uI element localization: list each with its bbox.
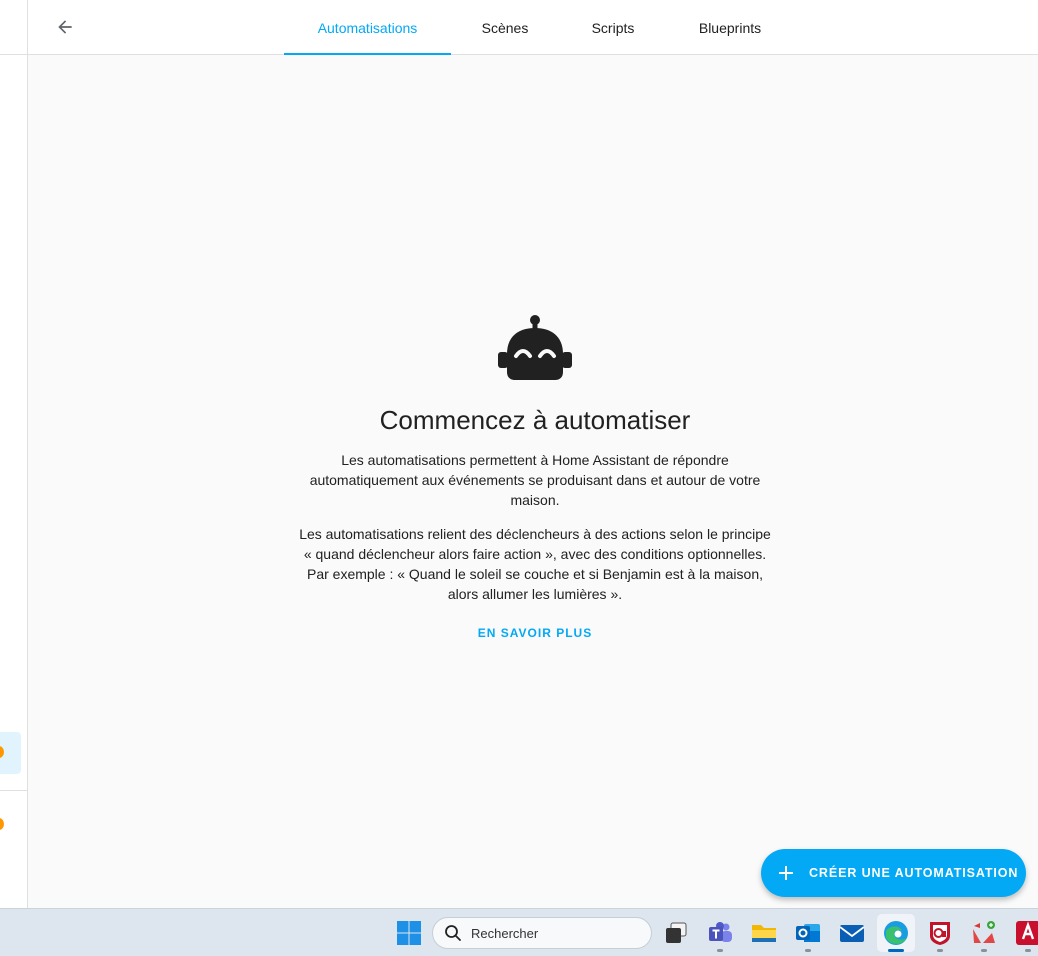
notification-dot	[0, 818, 4, 830]
search-placeholder: Rechercher	[471, 925, 539, 941]
notification-dot	[0, 746, 4, 758]
file-explorer-icon[interactable]	[750, 919, 778, 947]
create-automation-button[interactable]: CRÉER UNE AUTOMATISATION	[761, 849, 1026, 897]
learn-more-link[interactable]: EN SAVOIR PLUS	[478, 626, 592, 640]
tab-bar: Automatisations Scènes Scripts Blueprint…	[284, 0, 793, 55]
back-button[interactable]	[48, 10, 82, 44]
empty-state-title: Commencez à automatiser	[379, 405, 691, 435]
empty-state: Commencez à automatiser Les automatisati…	[290, 312, 780, 642]
windows-taskbar: Rechercher	[0, 908, 1038, 956]
sidebar-divider	[0, 790, 27, 791]
sidebar-item-selected[interactable]	[0, 732, 21, 774]
running-indicator	[1025, 949, 1031, 952]
task-view-icon[interactable]	[662, 919, 690, 947]
running-indicator	[805, 949, 811, 952]
running-indicator	[717, 949, 723, 952]
tab-label: Automatisations	[317, 19, 418, 36]
running-indicator	[981, 949, 987, 952]
app-window: Automatisations Scènes Scripts Blueprint…	[0, 0, 1038, 908]
cp-app-icon[interactable]	[926, 919, 954, 947]
tab-label: Scripts	[591, 19, 635, 36]
mail-icon[interactable]	[838, 919, 866, 947]
tab-label: Scènes	[481, 19, 529, 36]
empty-state-example: Les automatisations relient des déclench…	[299, 526, 771, 602]
tab-label: Blueprints	[698, 19, 762, 36]
tab-automations[interactable]: Automatisations	[284, 0, 451, 55]
search-icon	[445, 925, 461, 941]
autocad-icon[interactable]	[1014, 919, 1038, 947]
active-indicator	[888, 949, 904, 952]
teams-icon[interactable]	[706, 919, 734, 947]
arrow-left-icon	[58, 20, 72, 34]
windows-start-icon[interactable]	[395, 919, 423, 947]
empty-state-description: Les automatisations permettent à Home As…	[309, 452, 761, 508]
taskbar-search-box[interactable]: Rechercher	[432, 917, 652, 949]
running-indicator	[937, 949, 943, 952]
remote-tool-icon[interactable]	[970, 919, 998, 947]
tab-blueprints[interactable]: Blueprints	[667, 0, 793, 55]
tab-scripts[interactable]: Scripts	[559, 0, 667, 55]
robot-icon	[498, 315, 572, 380]
sidebar	[0, 0, 28, 908]
outlook-icon[interactable]	[794, 919, 822, 947]
sidebar-divider	[0, 54, 27, 55]
edge-browser-icon[interactable]	[882, 919, 910, 947]
create-automation-label: CRÉER UNE AUTOMATISATION	[809, 866, 1019, 880]
top-app-bar: Automatisations Scènes Scripts Blueprint…	[28, 0, 1038, 55]
tab-scenes[interactable]: Scènes	[451, 0, 559, 55]
sidebar-item-notifications[interactable]	[0, 804, 21, 846]
plus-icon	[777, 864, 795, 882]
